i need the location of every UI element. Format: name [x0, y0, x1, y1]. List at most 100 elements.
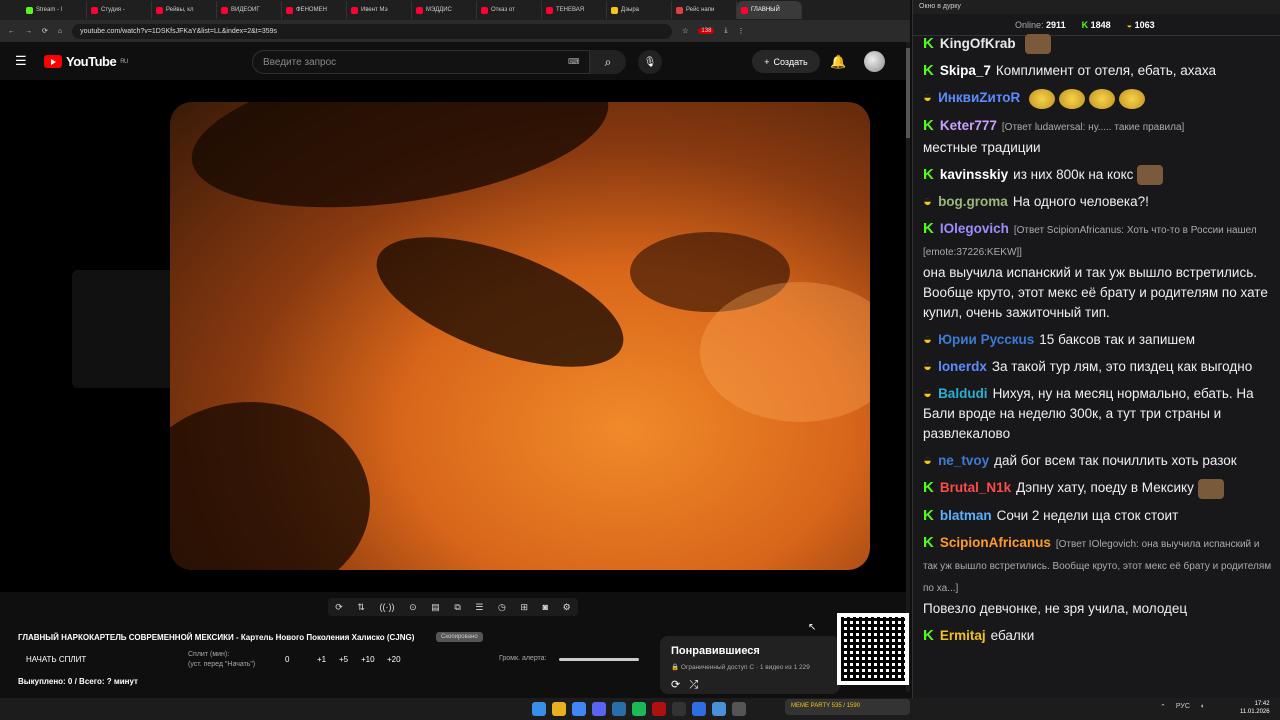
- chat-username[interactable]: Юрии Русскus: [938, 332, 1034, 347]
- search-input[interactable]: Введите запрос: [252, 50, 590, 74]
- browser-tab[interactable]: ГЛАВНЫЙ: [737, 1, 802, 19]
- chat-username[interactable]: blatman: [940, 508, 992, 523]
- extension-control-icon[interactable]: ◙: [543, 602, 548, 612]
- browser-tab[interactable]: МЭДДИС: [412, 1, 477, 19]
- chat-username[interactable]: KingOfKrab: [940, 36, 1016, 51]
- chat-username[interactable]: Brutal_N1k: [940, 480, 1011, 495]
- extension-control-icon[interactable]: ⚙: [563, 602, 571, 613]
- search-button[interactable]: ⌕: [590, 50, 626, 74]
- extension-control-icon[interactable]: ⧉: [454, 602, 460, 613]
- taskbar-app-icon[interactable]: [612, 702, 626, 716]
- taskbar-app-icon[interactable]: [672, 702, 686, 716]
- hamburger-menu-icon[interactable]: ☰: [15, 53, 27, 69]
- chat-message: K KingOfKrab: [923, 34, 1273, 55]
- browser-tab[interactable]: Отказ от: [477, 1, 542, 19]
- forward-icon[interactable]: →: [25, 28, 32, 35]
- avatar[interactable]: [864, 51, 885, 72]
- taskbar-app-icon[interactable]: [732, 702, 746, 716]
- taskbar-app-icon[interactable]: [592, 702, 606, 716]
- star-icon[interactable]: ☆: [682, 27, 688, 35]
- download-icon[interactable]: ⤓: [724, 27, 727, 35]
- home-icon[interactable]: ⌂: [58, 28, 62, 35]
- chat-message: K Skipa_7 Комплимент от отеля, ебать, ахах…: [923, 61, 1273, 81]
- split-add-20-button[interactable]: +20: [387, 655, 401, 664]
- extension-badge[interactable]: 138: [698, 28, 715, 34]
- extension-control-icon[interactable]: ◷: [498, 602, 506, 613]
- taskbar-app-icon[interactable]: [552, 702, 566, 716]
- extension-control-icon[interactable]: ((·)): [380, 602, 395, 612]
- alert-volume-slider[interactable]: [559, 658, 639, 661]
- notifications-bell-icon[interactable]: 🔔: [830, 54, 846, 70]
- system-tray: ⌃ РУС ◖: [1160, 703, 1204, 711]
- chat-username[interactable]: lonerdx: [938, 359, 987, 374]
- taskbar-app-icon[interactable]: [712, 702, 726, 716]
- chat-username[interactable]: Keter777: [940, 118, 997, 133]
- chat-username[interactable]: Skipa_7: [940, 63, 991, 78]
- chat-username[interactable]: IOlegovich: [940, 221, 1009, 236]
- split-minutes-value[interactable]: 0: [285, 655, 289, 664]
- taskbar-app-icon[interactable]: [572, 702, 586, 716]
- chat-username[interactable]: Baldudi: [938, 386, 988, 401]
- chat-message: ◒ Baldudi Нихуя, ну на месяц нормально, еб…: [923, 384, 1273, 444]
- chat-username[interactable]: Ermitaj: [940, 628, 986, 643]
- back-icon[interactable]: ←: [8, 28, 15, 35]
- keyboard-icon[interactable]: ⌨: [568, 57, 580, 66]
- meme-party-widget[interactable]: MEME PARTY 535 / 1590: [785, 699, 910, 715]
- wifi-icon[interactable]: ⌃: [1160, 703, 1166, 711]
- chat-username[interactable]: ne_tvoy: [938, 453, 989, 468]
- reload-icon[interactable]: ⟳: [42, 27, 48, 35]
- volume-icon[interactable]: ◖: [1200, 703, 1204, 711]
- browser-tab[interactable]: ТЕНЕВАЯ: [542, 1, 607, 19]
- extension-control-icon[interactable]: ⊞: [520, 602, 528, 613]
- browser-tab[interactable]: Stream - l: [22, 1, 87, 19]
- tab-favicon-icon: [221, 6, 228, 14]
- chat-emote-icon: [1197, 478, 1224, 499]
- taskbar-app-icon[interactable]: [692, 702, 706, 716]
- split-add-5-button[interactable]: +5: [339, 655, 348, 664]
- tab-favicon-icon: [286, 6, 293, 14]
- language-indicator[interactable]: РУС: [1176, 703, 1190, 711]
- video-player[interactable]: [0, 80, 906, 592]
- taskbar-clock[interactable]: 17:42 11.01.2026: [1240, 700, 1270, 716]
- browser-tab[interactable]: ВИДЕОИГ: [217, 1, 282, 19]
- taskbar-app-icons: [532, 702, 746, 716]
- extension-control-icon[interactable]: ⇅: [357, 602, 365, 613]
- loop-icon[interactable]: ⟳: [671, 679, 680, 691]
- chat-username[interactable]: kavinsskiy: [940, 167, 1008, 182]
- chat-message: Kkavinsskiy из них 800к на кокс: [923, 165, 1273, 186]
- start-split-button[interactable]: НАЧАТЬ СПЛИТ: [26, 655, 86, 664]
- liked-playlist-panel[interactable]: Понравившиеся 🔒 Ограниченный доступ С · …: [660, 636, 840, 694]
- extension-control-icon[interactable]: ⊙: [409, 602, 417, 613]
- create-button[interactable]: + Создать: [752, 50, 820, 73]
- kick-badge-icon: K: [923, 533, 934, 551]
- taskbar-app-icon[interactable]: [632, 702, 646, 716]
- url-field[interactable]: youtube.com/watch?v=1DSKfsJFKaY&list=LL&…: [72, 23, 673, 39]
- browser-tab[interactable]: Рейс напи: [672, 1, 737, 19]
- taskbar-app-icon[interactable]: [652, 702, 666, 716]
- taskbar-app-icon[interactable]: [532, 702, 546, 716]
- browser-tab[interactable]: Рейвы, кл: [152, 1, 217, 19]
- chat-username[interactable]: ScipionAfricanus: [940, 535, 1051, 550]
- extension-control-icon[interactable]: ⟳: [335, 602, 343, 613]
- youtube-logo[interactable]: YouTube RU: [44, 54, 128, 69]
- browser-tab[interactable]: Ивент Мэ: [347, 1, 412, 19]
- menu-icon[interactable]: ⋮: [738, 27, 745, 35]
- online-label: Online:: [1015, 19, 1044, 30]
- tab-label: Рейвы, кл: [166, 7, 194, 13]
- platform-badge-icon: ◒: [923, 331, 933, 349]
- tab-label: Ивент Мэ: [361, 7, 388, 13]
- split-add-10-button[interactable]: +10: [361, 655, 375, 664]
- browser-tab[interactable]: Дзыра: [607, 1, 672, 19]
- microphone-button[interactable]: 🎙: [638, 50, 662, 74]
- shuffle-icon[interactable]: ⤮: [689, 679, 698, 691]
- extension-control-icon[interactable]: ☰: [475, 602, 483, 613]
- youtube-play-icon: [44, 55, 62, 68]
- extension-control-icon[interactable]: ▤: [431, 602, 440, 613]
- browser-tab[interactable]: Студия -: [87, 1, 152, 19]
- page-scrollbar[interactable]: [906, 42, 910, 692]
- chat-username[interactable]: bog.groma: [938, 194, 1008, 209]
- chat-username[interactable]: ИнквиZитоR: [938, 90, 1020, 105]
- browser-tab[interactable]: ФЕНОМЕН: [282, 1, 347, 19]
- chat-message: ◒ ne_tvoy дай бог всем так почиллить хоть …: [923, 451, 1273, 471]
- split-add-1-button[interactable]: +1: [317, 655, 326, 664]
